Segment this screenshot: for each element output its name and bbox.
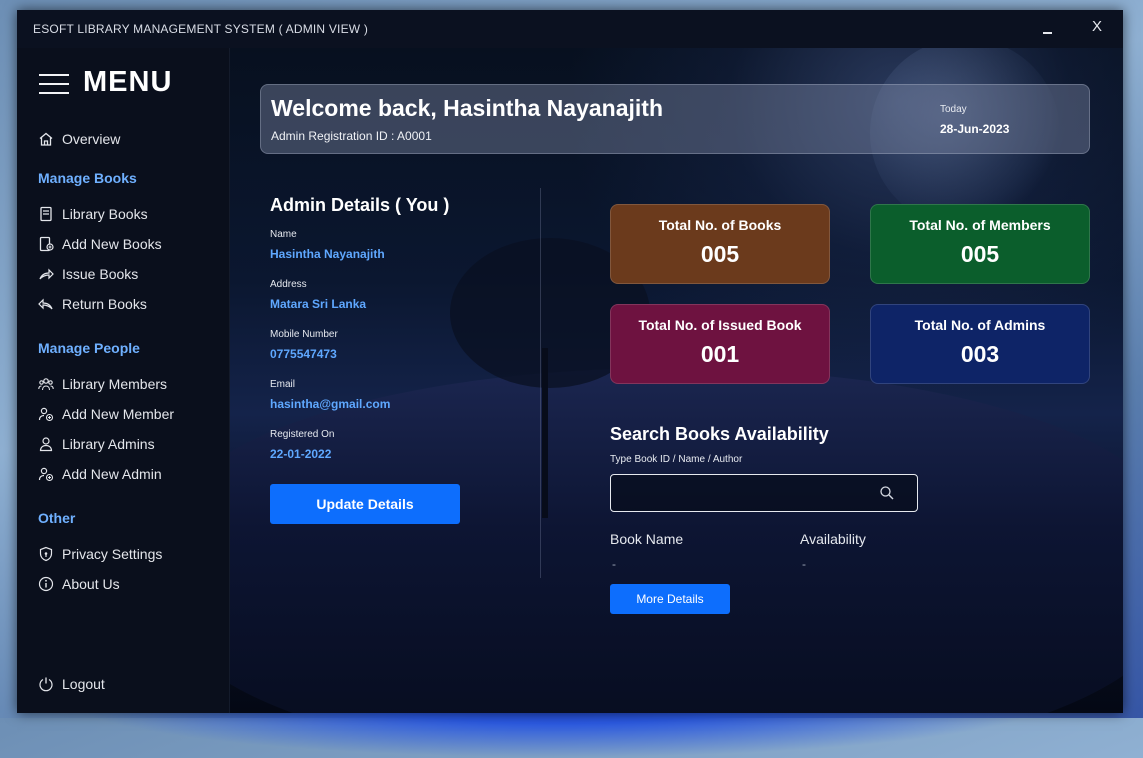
vertical-divider — [540, 188, 541, 578]
today-label: Today — [940, 104, 967, 115]
sidebar-item-add-new-admin[interactable]: Add New Admin — [37, 463, 217, 485]
background-tree-trunk — [542, 348, 548, 518]
search-hint: Type Book ID / Name / Author — [610, 454, 743, 465]
people-group-icon — [37, 376, 54, 393]
add-user-icon — [37, 406, 54, 423]
title-bar: ESOFT LIBRARY MANAGEMENT SYSTEM ( ADMIN … — [17, 10, 1123, 48]
today-date: 28-Jun-2023 — [940, 122, 1010, 136]
menu-title: MENU — [83, 66, 173, 98]
admin-registration-id: Admin Registration ID : A0001 — [271, 129, 432, 143]
stat-value: 005 — [960, 241, 1000, 267]
sidebar-item-privacy-settings[interactable]: Privacy Settings — [37, 543, 217, 565]
sidebar-item-library-books[interactable]: Library Books — [37, 203, 217, 225]
section-manage-people: Manage People — [38, 340, 140, 356]
sidebar-item-add-new-member[interactable]: Add New Member — [37, 403, 217, 425]
registered-on-label: Registered On — [270, 429, 335, 440]
book-icon — [37, 206, 54, 223]
sidebar-item-label: Privacy Settings — [62, 546, 163, 562]
address-value: Matara Sri Lanka — [270, 297, 367, 311]
name-value: Hasintha Nayanajith — [270, 247, 385, 261]
shield-icon — [37, 546, 54, 563]
sidebar-item-label: Library Admins — [62, 436, 155, 452]
more-details-button[interactable]: More Details — [610, 584, 730, 614]
reply-arrow-icon — [37, 296, 54, 313]
book-name-value: - — [612, 557, 616, 571]
email-value: hasintha@gmail.com — [270, 397, 391, 411]
email-label: Email — [270, 379, 296, 390]
app-window: ESOFT LIBRARY MANAGEMENT SYSTEM ( ADMIN … — [17, 10, 1123, 713]
welcome-card: Welcome back, Hasintha Nayanajith Admin … — [260, 84, 1090, 154]
power-icon — [37, 676, 54, 693]
sidebar-item-label: About Us — [62, 576, 120, 592]
column-header-availability: Availability — [800, 531, 866, 547]
add-book-icon — [37, 236, 54, 253]
name-label: Name — [270, 229, 297, 240]
stat-card-total-admins: Total No. of Admins 003 — [870, 304, 1090, 384]
registered-on-value: 22-01-2022 — [270, 447, 332, 461]
address-label: Address — [270, 279, 307, 290]
sidebar-item-label: Issue Books — [62, 266, 139, 282]
main-content: Welcome back, Hasintha Nayanajith Admin … — [230, 48, 1123, 713]
admin-details-title: Admin Details ( You ) — [270, 195, 450, 215]
section-manage-books: Manage Books — [38, 170, 137, 186]
logout-label: Logout — [62, 676, 105, 692]
search-input[interactable] — [619, 481, 873, 507]
share-arrow-icon — [37, 266, 54, 283]
column-header-book-name: Book Name — [610, 531, 684, 547]
sidebar-item-label: Add New Member — [62, 406, 175, 422]
sidebar-item-about-us[interactable]: About Us — [37, 573, 217, 595]
stat-value: 001 — [700, 341, 740, 367]
mobile-label: Mobile Number — [270, 329, 338, 340]
stat-label: Total No. of Issued Book — [638, 317, 802, 333]
search-icon[interactable] — [879, 485, 895, 501]
welcome-title: Welcome back, Hasintha Nayanajith — [271, 95, 663, 121]
stat-card-total-books: Total No. of Books 005 — [610, 204, 830, 284]
stat-value: 005 — [700, 241, 740, 267]
stat-value: 003 — [960, 341, 1000, 367]
stat-label: Total No. of Books — [658, 217, 782, 233]
stat-label: Total No. of Members — [909, 217, 1051, 233]
sidebar-item-label: Return Books — [62, 296, 147, 312]
sidebar-item-library-members[interactable]: Library Members — [37, 373, 217, 395]
update-details-button[interactable]: Update Details — [270, 484, 460, 524]
sidebar-item-add-new-books[interactable]: Add New Books — [37, 233, 217, 255]
section-other: Other — [38, 510, 76, 526]
home-icon — [37, 131, 54, 148]
close-button[interactable]: X — [1085, 18, 1109, 42]
stat-card-total-issued: Total No. of Issued Book 001 — [610, 304, 830, 384]
stat-label: Total No. of Admins — [914, 317, 1046, 333]
logout-button[interactable]: Logout — [37, 673, 217, 695]
info-icon — [37, 576, 54, 593]
sidebar-item-overview[interactable]: Overview — [37, 128, 217, 150]
sidebar-item-label: Overview — [62, 131, 121, 147]
minimize-button[interactable] — [1036, 16, 1060, 40]
search-box — [610, 474, 918, 512]
sidebar: MENU Overview Manage Books Library Books… — [17, 48, 230, 713]
hamburger-menu-icon[interactable] — [39, 72, 69, 96]
sidebar-item-label: Add New Books — [62, 236, 162, 252]
availability-value: - — [802, 557, 806, 571]
sidebar-item-label: Library Members — [62, 376, 168, 392]
sidebar-item-issue-books[interactable]: Issue Books — [37, 263, 217, 285]
add-admin-icon — [37, 466, 54, 483]
search-title: Search Books Availability — [610, 424, 829, 444]
stat-card-total-members: Total No. of Members 005 — [870, 204, 1090, 284]
sidebar-item-label: Add New Admin — [62, 466, 162, 482]
sidebar-item-return-books[interactable]: Return Books — [37, 293, 217, 315]
window-title: ESOFT LIBRARY MANAGEMENT SYSTEM ( ADMIN … — [33, 22, 369, 36]
sidebar-item-label: Library Books — [62, 206, 148, 222]
sidebar-item-library-admins[interactable]: Library Admins — [37, 433, 217, 455]
user-icon — [37, 436, 54, 453]
mobile-value: 0775547473 — [270, 347, 337, 361]
